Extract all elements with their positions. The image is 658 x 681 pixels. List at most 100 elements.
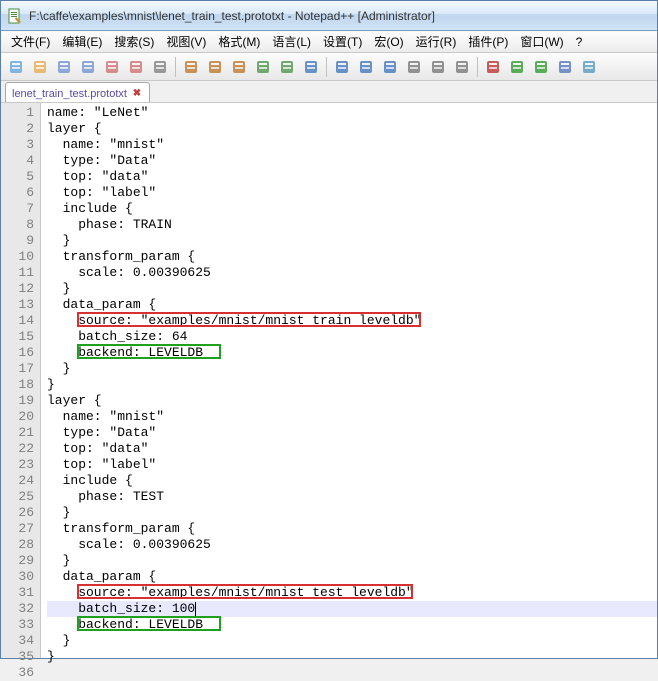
find-icon[interactable]: [300, 56, 322, 78]
menu-item-10[interactable]: 窗口(W): [514, 31, 569, 52]
code-line[interactable]: }: [47, 633, 657, 649]
show-all-chars-icon[interactable]: [427, 56, 449, 78]
code-line[interactable]: source: "examples/mnist/mnist_train_leve…: [47, 313, 657, 329]
menu-item-5[interactable]: 语言(L): [266, 31, 317, 52]
file-tab[interactable]: lenet_train_test.prototxt ✖: [5, 82, 150, 102]
line-number-gutter: 1234567891011121314151617181920212223242…: [1, 103, 41, 658]
code-line[interactable]: phase: TEST: [47, 489, 657, 505]
tab-label: lenet_train_test.prototxt: [12, 88, 127, 100]
menu-item-8[interactable]: 运行(R): [410, 31, 463, 52]
tab-bar: lenet_train_test.prototxt ✖: [1, 81, 657, 103]
line-number: 35: [3, 649, 34, 665]
open-file-icon[interactable]: [29, 56, 51, 78]
macro-play-icon[interactable]: [506, 56, 528, 78]
code-line[interactable]: transform_param {: [47, 521, 657, 537]
code-line[interactable]: data_param {: [47, 297, 657, 313]
code-line[interactable]: data_param {: [47, 569, 657, 585]
line-number: 5: [3, 169, 34, 185]
macro-record-icon[interactable]: [482, 56, 504, 78]
tab-close-icon[interactable]: ✖: [131, 88, 143, 100]
code-line[interactable]: batch_size: 100: [47, 601, 657, 617]
line-number: 13: [3, 297, 34, 313]
line-number: 9: [3, 233, 34, 249]
code-line[interactable]: batch_size: 64: [47, 329, 657, 345]
line-number: 3: [3, 137, 34, 153]
menu-item-7[interactable]: 宏(O): [368, 31, 409, 52]
macro-play-multi-icon[interactable]: [530, 56, 552, 78]
zoom-out-icon[interactable]: [379, 56, 401, 78]
line-number: 8: [3, 217, 34, 233]
cut-icon[interactable]: [180, 56, 202, 78]
line-number: 10: [3, 249, 34, 265]
code-line[interactable]: type: "Data": [47, 153, 657, 169]
code-area[interactable]: name: "LeNet"layer { name: "mnist" type:…: [41, 103, 657, 658]
menu-item-6[interactable]: 设置(T): [317, 31, 368, 52]
menu-item-9[interactable]: 插件(P): [462, 31, 514, 52]
menu-item-2[interactable]: 搜索(S): [108, 31, 160, 52]
paste-icon[interactable]: [228, 56, 250, 78]
zoom-in-icon[interactable]: [355, 56, 377, 78]
code-line[interactable]: top: "data": [47, 441, 657, 457]
text-caret: [195, 602, 196, 616]
line-number: 30: [3, 569, 34, 585]
code-line[interactable]: backend: LEVELDB: [47, 345, 657, 361]
save-all-icon[interactable]: [77, 56, 99, 78]
code-line[interactable]: backend: LEVELDB: [47, 617, 657, 633]
code-line[interactable]: source: "examples/mnist/mnist_test_level…: [47, 585, 657, 601]
menu-item-4[interactable]: 格式(M): [212, 31, 266, 52]
line-number: 14: [3, 313, 34, 329]
code-line[interactable]: top: "label": [47, 185, 657, 201]
redo-icon[interactable]: [276, 56, 298, 78]
indent-guide-icon[interactable]: [451, 56, 473, 78]
code-line[interactable]: layer {: [47, 393, 657, 409]
menu-item-0[interactable]: 文件(F): [5, 31, 56, 52]
menu-item-1[interactable]: 编辑(E): [56, 31, 108, 52]
line-number: 36: [3, 665, 34, 681]
menu-item-3[interactable]: 视图(V): [160, 31, 212, 52]
code-line[interactable]: }: [47, 233, 657, 249]
close-all-icon[interactable]: [125, 56, 147, 78]
line-number: 17: [3, 361, 34, 377]
code-line[interactable]: include {: [47, 473, 657, 489]
wrap-icon[interactable]: [403, 56, 425, 78]
replace-icon[interactable]: [331, 56, 353, 78]
code-line[interactable]: top: "label": [47, 457, 657, 473]
line-number: 33: [3, 617, 34, 633]
eye-icon[interactable]: [578, 56, 600, 78]
code-line[interactable]: }: [47, 281, 657, 297]
new-file-icon[interactable]: [5, 56, 27, 78]
code-line[interactable]: type: "Data": [47, 425, 657, 441]
code-line[interactable]: transform_param {: [47, 249, 657, 265]
line-number: 26: [3, 505, 34, 521]
copy-icon[interactable]: [204, 56, 226, 78]
code-line[interactable]: }: [47, 361, 657, 377]
line-number: 7: [3, 201, 34, 217]
code-line[interactable]: phase: TRAIN: [47, 217, 657, 233]
line-number: 28: [3, 537, 34, 553]
editor[interactable]: 1234567891011121314151617181920212223242…: [1, 103, 657, 658]
code-line[interactable]: name: "LeNet": [47, 105, 657, 121]
line-number: 20: [3, 409, 34, 425]
code-line[interactable]: [47, 665, 657, 681]
code-line[interactable]: scale: 0.00390625: [47, 537, 657, 553]
code-line[interactable]: layer {: [47, 121, 657, 137]
close-icon[interactable]: [101, 56, 123, 78]
code-line[interactable]: }: [47, 649, 657, 665]
line-number: 29: [3, 553, 34, 569]
code-line[interactable]: }: [47, 377, 657, 393]
print-icon[interactable]: [149, 56, 171, 78]
toolbar: [1, 53, 657, 81]
code-line[interactable]: scale: 0.00390625: [47, 265, 657, 281]
undo-icon[interactable]: [252, 56, 274, 78]
toolbar-separator: [477, 57, 478, 77]
code-line[interactable]: }: [47, 553, 657, 569]
code-line[interactable]: }: [47, 505, 657, 521]
code-line[interactable]: include {: [47, 201, 657, 217]
title-bar: F:\caffe\examples\mnist\lenet_train_test…: [1, 1, 657, 31]
macro-save-icon[interactable]: [554, 56, 576, 78]
menu-item-11[interactable]: ?: [570, 33, 589, 51]
code-line[interactable]: name: "mnist": [47, 137, 657, 153]
code-line[interactable]: name: "mnist": [47, 409, 657, 425]
save-icon[interactable]: [53, 56, 75, 78]
code-line[interactable]: top: "data": [47, 169, 657, 185]
